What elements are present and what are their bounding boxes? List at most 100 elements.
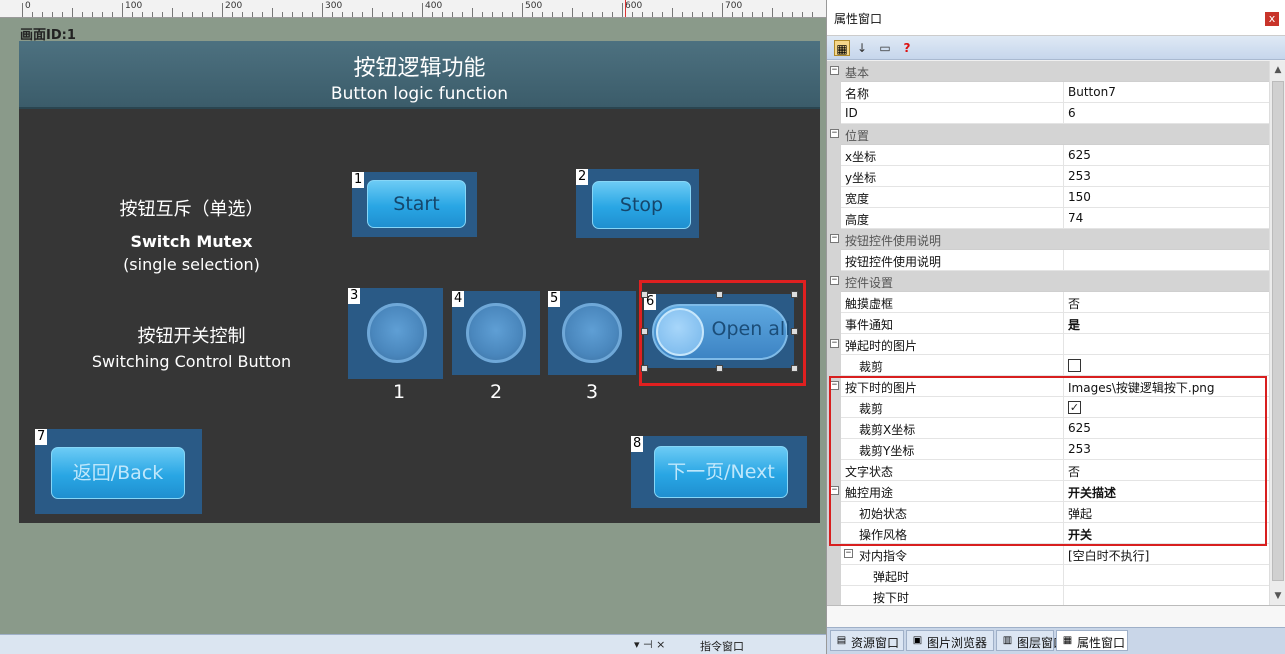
ruler-major-tick [22, 3, 23, 17]
ruler-minor-tick [632, 12, 633, 17]
property-value[interactable]: 150 [1063, 187, 1269, 208]
close-icon[interactable]: x [1265, 12, 1279, 26]
property-name: 按钮控件使用说明 [845, 234, 942, 248]
circle-button-2-frame[interactable]: 4 [452, 291, 540, 375]
property-row[interactable]: 事件通知 是 [827, 313, 1269, 334]
resize-handle[interactable] [791, 365, 798, 372]
stop-button[interactable]: Stop [592, 181, 691, 229]
next-button-frame[interactable]: 8 下一页/Next [631, 436, 807, 508]
property-value[interactable]: 74 [1063, 208, 1269, 229]
ruler-major-tick [522, 3, 523, 17]
collapse-icon[interactable]: − [830, 339, 839, 348]
property-row[interactable]: 按下时 [827, 586, 1269, 605]
ruler-major-tick [222, 3, 223, 17]
switch-label-en: Switching Control Button [91, 352, 292, 371]
scroll-down-icon[interactable]: ▼ [1273, 591, 1283, 601]
resize-handle[interactable] [716, 291, 723, 298]
property-category[interactable]: − 按钮控件使用说明 [827, 229, 1269, 250]
ruler-minor-tick [592, 12, 593, 17]
property-value[interactable] [1063, 586, 1269, 605]
scroll-up-icon[interactable]: ▲ [1273, 65, 1283, 75]
stop-button-frame[interactable]: 2 Stop [576, 169, 699, 238]
help-icon[interactable]: ? [899, 40, 915, 56]
next-button[interactable]: 下一页/Next [654, 446, 788, 498]
property-row[interactable]: y坐标 253 [827, 166, 1269, 187]
circle-button-1-frame[interactable]: 3 [348, 288, 443, 379]
resize-handle[interactable] [791, 328, 798, 335]
property-row[interactable]: 宽度 150 [827, 187, 1269, 208]
property-value[interactable] [1063, 355, 1269, 376]
property-value-text: 625 [1068, 148, 1091, 162]
ruler-minor-tick [652, 12, 653, 17]
property-row[interactable]: 裁剪 [827, 355, 1269, 376]
property-row[interactable]: 名称 Button7 [827, 82, 1269, 103]
property-category[interactable]: − 位置 [827, 124, 1269, 145]
property-category[interactable]: − 基本 [827, 61, 1269, 82]
property-scrollbar[interactable]: ▲ ▼ [1269, 61, 1285, 605]
property-category[interactable]: − 控件设置 [827, 271, 1269, 292]
back-button-frame[interactable]: 7 返回/Back [35, 429, 202, 514]
property-name: y坐标 [845, 171, 877, 185]
property-value[interactable] [1063, 334, 1269, 355]
property-name: x坐标 [845, 150, 877, 164]
ruler-minor-tick [532, 12, 533, 17]
property-value[interactable] [1063, 565, 1269, 586]
checkbox[interactable] [1068, 359, 1081, 372]
ruler-minor-tick [492, 12, 493, 17]
circle-button-1[interactable] [367, 303, 427, 363]
resize-handle[interactable] [641, 291, 648, 298]
panel-tab[interactable]: ▦ 属性窗口 [1056, 630, 1128, 651]
property-value[interactable]: 253 [1063, 166, 1269, 187]
panel-tab[interactable]: ▥ 图层窗口 [996, 630, 1065, 651]
property-row[interactable]: ID 6 [827, 103, 1269, 124]
property-icon: ▦ [1062, 635, 1073, 646]
back-button[interactable]: 返回/Back [51, 447, 185, 499]
panel-tab[interactable]: ▣ 图片浏览器 [906, 630, 994, 651]
circle-button-3[interactable] [562, 303, 622, 363]
scroll-thumb[interactable] [1272, 81, 1284, 581]
property-value[interactable]: Button7 [1063, 82, 1269, 103]
property-row[interactable]: − 对内指令 [空白时不执行] [827, 544, 1269, 565]
row-gutter [827, 355, 841, 376]
property-row[interactable]: 弹起时 [827, 565, 1269, 586]
command-window-label[interactable]: 指令窗口 [700, 638, 744, 654]
resize-handle[interactable] [641, 328, 648, 335]
property-row[interactable]: − 弹起时的图片 [827, 334, 1269, 355]
property-value-text: 否 [1068, 297, 1081, 311]
property-value[interactable]: 否 [1063, 292, 1269, 313]
sort-az-icon[interactable]: ↓ [854, 40, 870, 56]
categorized-icon[interactable]: ▦ [834, 40, 850, 56]
circle-button-2[interactable] [466, 303, 526, 363]
property-row[interactable]: x坐标 625 [827, 145, 1269, 166]
resize-handle[interactable] [791, 291, 798, 298]
ruler-minor-tick [782, 12, 783, 17]
property-value-text: [空白时不执行] [1068, 549, 1150, 563]
design-canvas[interactable]: 画面ID:1 按钮逻辑功能 Button logic function 按钮互斥… [0, 18, 826, 634]
property-row[interactable]: 触摸虚框 否 [827, 292, 1269, 313]
property-pages-icon[interactable]: ▭ [877, 40, 893, 56]
hmi-screen[interactable]: 按钮逻辑功能 Button logic function 按钮互斥（单选） Sw… [19, 41, 820, 523]
property-row[interactable]: 按钮控件使用说明 [827, 250, 1269, 271]
panel-tab[interactable]: ▤ 资源窗口 [830, 630, 904, 651]
collapse-icon[interactable]: − [844, 549, 853, 558]
pin-close-controls[interactable]: ▾ ⊣ × [634, 638, 665, 651]
resize-handle[interactable] [641, 365, 648, 372]
resize-handle[interactable] [716, 365, 723, 372]
collapse-icon[interactable]: − [830, 276, 839, 285]
start-button[interactable]: Start [367, 180, 466, 228]
collapse-icon[interactable]: − [830, 66, 839, 75]
start-button-frame[interactable]: 1 Start [352, 172, 477, 237]
property-value[interactable]: [空白时不执行] [1063, 544, 1269, 565]
panel-title: 属性窗口 [834, 12, 883, 26]
property-value[interactable] [1063, 250, 1269, 271]
ruler-minor-tick [92, 12, 93, 17]
circle-button-3-frame[interactable]: 5 [548, 291, 636, 375]
collapse-icon[interactable]: − [830, 234, 839, 243]
collapse-icon[interactable]: − [830, 129, 839, 138]
ruler-major-tick [322, 3, 323, 17]
property-value[interactable]: 625 [1063, 145, 1269, 166]
property-row[interactable]: 高度 74 [827, 208, 1269, 229]
property-value[interactable]: 是 [1063, 313, 1269, 334]
property-value[interactable]: 6 [1063, 103, 1269, 124]
property-name: 位置 [845, 129, 870, 143]
